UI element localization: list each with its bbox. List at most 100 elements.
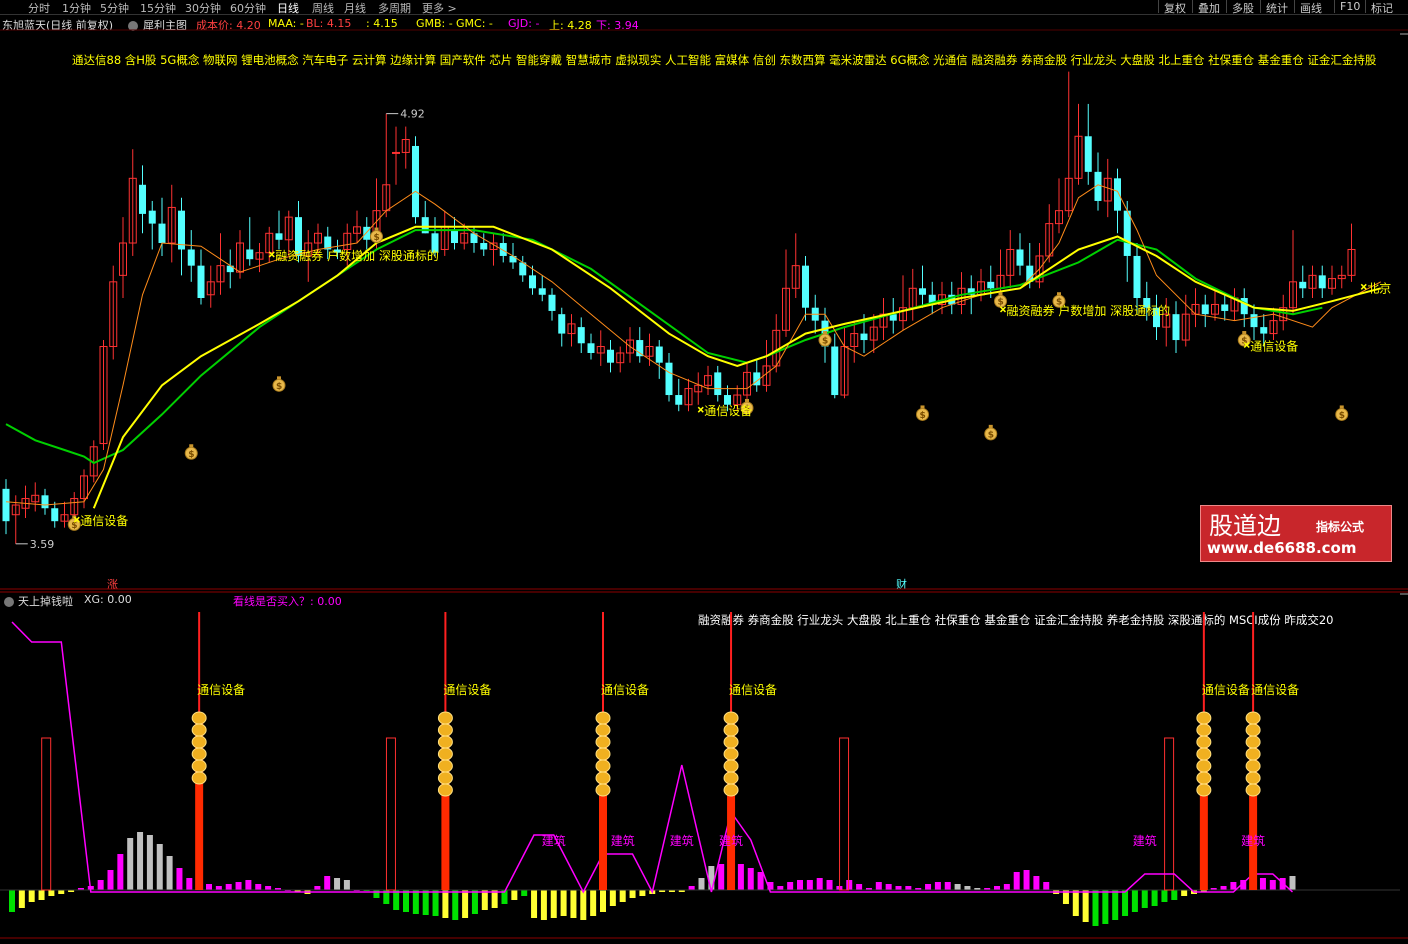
gold-coin-icon xyxy=(595,735,611,749)
money-bag-icon: $ xyxy=(994,292,1007,308)
candle xyxy=(879,298,888,341)
candle xyxy=(412,136,419,224)
osc-bar xyxy=(964,886,971,890)
candle-body xyxy=(607,349,614,363)
ma-layer xyxy=(5,184,1382,509)
osc-bar xyxy=(511,890,518,900)
candle xyxy=(440,210,449,256)
money-bag-icon: $ xyxy=(818,331,832,347)
gold-coin-icon xyxy=(723,723,739,737)
osc-bar xyxy=(1072,890,1079,916)
candle xyxy=(1045,204,1054,263)
column-label: 通信设备 xyxy=(729,683,777,697)
candle xyxy=(704,365,712,396)
osc-bar xyxy=(590,890,597,916)
money-bag-neck xyxy=(1057,292,1061,296)
money-bag-icon: $ xyxy=(1335,405,1349,421)
column-label: 通信设备 xyxy=(601,683,649,697)
osc-bar xyxy=(127,838,134,890)
jianzhu-label: 建筑 xyxy=(1241,833,1265,848)
osc-bar xyxy=(934,882,941,890)
candle-body xyxy=(178,210,185,250)
ma-green-line xyxy=(5,229,1323,465)
candle xyxy=(743,362,751,402)
gold-coin-icon xyxy=(1245,747,1261,761)
candle xyxy=(577,317,585,353)
gold-coin-icon xyxy=(1245,723,1261,737)
candle-body xyxy=(1250,314,1258,328)
money-bag-glyph: $ xyxy=(374,233,380,243)
osc-bar xyxy=(107,870,114,890)
candle xyxy=(265,226,274,263)
money-bag-icon: $ xyxy=(916,405,929,421)
candle-body xyxy=(246,249,254,260)
osc-bar xyxy=(255,884,262,890)
candle xyxy=(31,482,40,512)
candle xyxy=(206,265,215,308)
osc-bar xyxy=(334,878,341,890)
osc-bar xyxy=(1259,878,1266,890)
candle-body xyxy=(197,265,205,298)
candle xyxy=(928,281,936,315)
candle xyxy=(51,501,59,528)
osc-bar xyxy=(619,890,626,902)
candle xyxy=(401,126,410,169)
money-bag-glyph: $ xyxy=(188,450,194,460)
gold-coin-icon xyxy=(723,747,739,761)
gold-coin-icon xyxy=(595,723,611,737)
gold-coin-icon xyxy=(1196,747,1212,761)
candle-body xyxy=(363,226,371,240)
column-label: 通信设备 xyxy=(197,683,245,697)
osc-bar xyxy=(146,835,153,890)
candle xyxy=(41,488,49,515)
gold-coin-icon xyxy=(723,771,739,785)
candle xyxy=(275,210,283,250)
candle xyxy=(363,217,371,250)
osc-bar xyxy=(688,886,695,890)
money-bag-neck xyxy=(1339,405,1344,409)
signal-label-rongzi: 融资融券 户数增加 深股通标的 xyxy=(275,248,439,263)
osc-bar xyxy=(471,890,478,914)
candle-body xyxy=(1221,304,1229,311)
gold-coin-icon xyxy=(1196,723,1212,737)
osc-bar xyxy=(1171,890,1178,900)
osc-bar xyxy=(206,884,212,890)
candle xyxy=(762,340,771,392)
osc-bar xyxy=(797,880,803,890)
osc-bar xyxy=(422,890,429,915)
gold-coin-icon xyxy=(1196,783,1212,797)
osc-bar xyxy=(373,890,380,898)
gold-coin-icon xyxy=(1245,735,1261,749)
osc-bar xyxy=(1023,870,1030,890)
column-label: 通信设备 xyxy=(1251,683,1299,697)
jianzhu-label: 建筑 xyxy=(542,833,566,848)
candle-body xyxy=(558,314,566,334)
money-bag-neck xyxy=(920,405,925,409)
gold-coin-icon xyxy=(191,723,207,737)
candle-body xyxy=(577,327,585,344)
candle xyxy=(1269,307,1278,341)
candle xyxy=(548,288,556,321)
money-bag-icon: $ xyxy=(272,376,286,392)
candle xyxy=(21,485,30,518)
candle xyxy=(567,314,576,347)
low-price-label: 3.59 xyxy=(30,538,55,551)
candle xyxy=(967,275,975,315)
osc-bar xyxy=(806,880,813,890)
jianzhu-label: 建筑 xyxy=(1133,833,1157,848)
candle-body xyxy=(1114,178,1121,211)
money-bag-neck xyxy=(1242,331,1247,335)
osc-bar xyxy=(1131,890,1138,912)
osc-bar xyxy=(580,890,587,920)
osc-bar xyxy=(1141,890,1148,908)
candle xyxy=(714,365,722,402)
column-label: 通信设备 xyxy=(443,683,491,697)
gold-coin-icon xyxy=(191,747,207,761)
osc-bar xyxy=(895,886,902,890)
candle-body xyxy=(529,275,536,289)
candle xyxy=(451,217,458,250)
candle xyxy=(899,275,907,331)
candle xyxy=(246,217,254,266)
osc-bar xyxy=(18,890,25,908)
osc-bar xyxy=(925,884,932,890)
